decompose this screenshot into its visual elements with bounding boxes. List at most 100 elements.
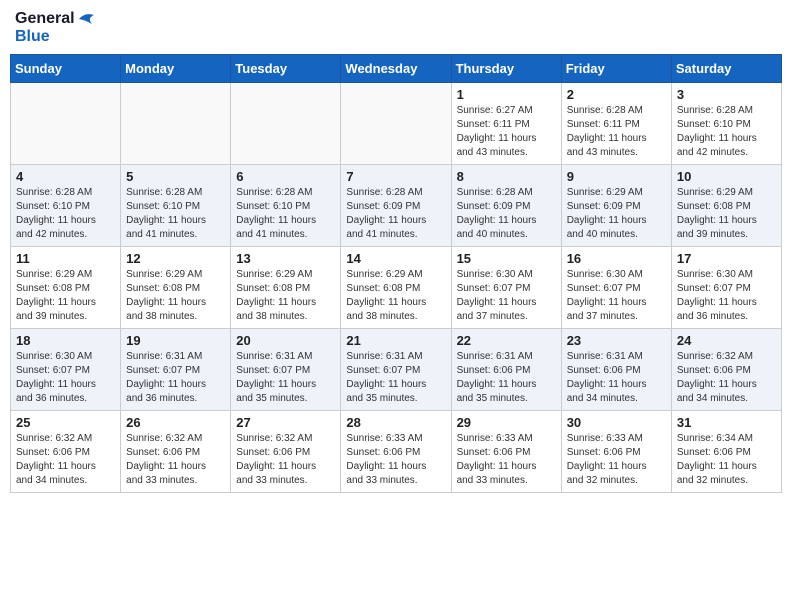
calendar-cell: 5 Sunrise: 6:28 AM Sunset: 6:10 PM Daylig… (121, 165, 231, 247)
header-sunday: Sunday (11, 55, 121, 83)
day-info: Sunrise: 6:28 AM Sunset: 6:10 PM Dayligh… (677, 104, 776, 160)
day-info: Sunrise: 6:27 AM Sunset: 6:11 PM Dayligh… (457, 104, 556, 160)
day-info: Sunrise: 6:28 AM Sunset: 6:09 PM Dayligh… (346, 186, 445, 242)
calendar-week-row: 1 Sunrise: 6:27 AM Sunset: 6:11 PM Daylig… (11, 83, 782, 165)
calendar-cell: 31Sunrise: 6:34 AM Sunset: 6:06 PM Dayli… (671, 411, 781, 493)
header-tuesday: Tuesday (231, 55, 341, 83)
calendar-cell: 10 Sunrise: 6:29 AM Sunset: 6:08 PM Dayli… (671, 165, 781, 247)
day-number: 1 (457, 87, 556, 102)
day-number: 17 (677, 251, 776, 266)
day-info: Sunrise: 6:33 AM Sunset: 6:06 PM Dayligh… (567, 432, 666, 488)
calendar-cell: 12 Sunrise: 6:29 AM Sunset: 6:08 PM Dayli… (121, 247, 231, 329)
day-number: 11 (16, 251, 115, 266)
calendar-cell: 13 Sunrise: 6:29 AM Sunset: 6:08 PM Dayli… (231, 247, 341, 329)
calendar-cell: 4 Sunrise: 6:28 AM Sunset: 6:10 PM Daylig… (11, 165, 121, 247)
calendar-cell: 26 Sunrise: 6:32 AM Sunset: 6:06 PM Dayli… (121, 411, 231, 493)
day-info: Sunrise: 6:33 AM Sunset: 6:06 PM Dayligh… (457, 432, 556, 488)
day-number: 18 (16, 333, 115, 348)
calendar-header-row: SundayMondayTuesdayWednesdayThursdayFrid… (11, 55, 782, 83)
day-info: Sunrise: 6:31 AM Sunset: 6:06 PM Dayligh… (567, 350, 666, 406)
calendar-cell (341, 83, 451, 165)
day-number: 23 (567, 333, 666, 348)
day-info: Sunrise: 6:29 AM Sunset: 6:09 PM Dayligh… (567, 186, 666, 242)
calendar-cell: 28 Sunrise: 6:33 AM Sunset: 6:06 PM Dayli… (341, 411, 451, 493)
day-info: Sunrise: 6:30 AM Sunset: 6:07 PM Dayligh… (457, 268, 556, 324)
day-info: Sunrise: 6:29 AM Sunset: 6:08 PM Dayligh… (677, 186, 776, 242)
day-number: 16 (567, 251, 666, 266)
day-info: Sunrise: 6:31 AM Sunset: 6:07 PM Dayligh… (346, 350, 445, 406)
header-friday: Friday (561, 55, 671, 83)
calendar-week-row: 18 Sunrise: 6:30 AM Sunset: 6:07 PM Dayli… (11, 329, 782, 411)
day-number: 29 (457, 415, 556, 430)
header-wednesday: Wednesday (341, 55, 451, 83)
calendar-cell (121, 83, 231, 165)
day-info: Sunrise: 6:31 AM Sunset: 6:07 PM Dayligh… (236, 350, 335, 406)
day-info: Sunrise: 6:28 AM Sunset: 6:11 PM Dayligh… (567, 104, 666, 160)
logo-bird-svg (77, 11, 97, 27)
calendar-cell: 2Sunrise: 6:28 AM Sunset: 6:11 PM Daylig… (561, 83, 671, 165)
day-number: 25 (16, 415, 115, 430)
day-info: Sunrise: 6:30 AM Sunset: 6:07 PM Dayligh… (16, 350, 115, 406)
day-info: Sunrise: 6:29 AM Sunset: 6:08 PM Dayligh… (126, 268, 225, 324)
day-info: Sunrise: 6:30 AM Sunset: 6:07 PM Dayligh… (567, 268, 666, 324)
calendar-cell (231, 83, 341, 165)
calendar-cell (11, 83, 121, 165)
header-saturday: Saturday (671, 55, 781, 83)
day-info: Sunrise: 6:29 AM Sunset: 6:08 PM Dayligh… (236, 268, 335, 324)
calendar-cell: 21 Sunrise: 6:31 AM Sunset: 6:07 PM Dayli… (341, 329, 451, 411)
day-number: 14 (346, 251, 445, 266)
calendar-cell: 17 Sunrise: 6:30 AM Sunset: 6:07 PM Dayli… (671, 247, 781, 329)
calendar-cell: 7Sunrise: 6:28 AM Sunset: 6:09 PM Daylig… (341, 165, 451, 247)
day-number: 6 (236, 169, 335, 184)
day-number: 20 (236, 333, 335, 348)
day-number: 12 (126, 251, 225, 266)
day-number: 3 (677, 87, 776, 102)
logo-blue-label: Blue (15, 28, 50, 45)
calendar-cell: 19 Sunrise: 6:31 AM Sunset: 6:07 PM Dayli… (121, 329, 231, 411)
day-info: Sunrise: 6:31 AM Sunset: 6:06 PM Dayligh… (457, 350, 556, 406)
day-info: Sunrise: 6:29 AM Sunset: 6:08 PM Dayligh… (346, 268, 445, 324)
day-number: 28 (346, 415, 445, 430)
day-info: Sunrise: 6:30 AM Sunset: 6:07 PM Dayligh… (677, 268, 776, 324)
logo: General Blue (15, 10, 97, 46)
calendar-cell: 8 Sunrise: 6:28 AM Sunset: 6:09 PM Daylig… (451, 165, 561, 247)
calendar-cell: 6Sunrise: 6:28 AM Sunset: 6:10 PM Daylig… (231, 165, 341, 247)
day-info: Sunrise: 6:28 AM Sunset: 6:09 PM Dayligh… (457, 186, 556, 242)
header-monday: Monday (121, 55, 231, 83)
calendar-week-row: 25 Sunrise: 6:32 AM Sunset: 6:06 PM Dayli… (11, 411, 782, 493)
logo-general-label: General (15, 10, 75, 28)
calendar-cell: 24Sunrise: 6:32 AM Sunset: 6:06 PM Dayli… (671, 329, 781, 411)
day-info: Sunrise: 6:29 AM Sunset: 6:08 PM Dayligh… (16, 268, 115, 324)
page-header: General Blue (10, 10, 782, 46)
day-number: 21 (346, 333, 445, 348)
calendar-week-row: 4 Sunrise: 6:28 AM Sunset: 6:10 PM Daylig… (11, 165, 782, 247)
day-number: 26 (126, 415, 225, 430)
day-info: Sunrise: 6:28 AM Sunset: 6:10 PM Dayligh… (126, 186, 225, 242)
calendar-cell: 3 Sunrise: 6:28 AM Sunset: 6:10 PM Daylig… (671, 83, 781, 165)
day-number: 19 (126, 333, 225, 348)
calendar-cell: 22Sunrise: 6:31 AM Sunset: 6:06 PM Dayli… (451, 329, 561, 411)
calendar-cell: 1 Sunrise: 6:27 AM Sunset: 6:11 PM Daylig… (451, 83, 561, 165)
calendar-cell: 27Sunrise: 6:32 AM Sunset: 6:06 PM Dayli… (231, 411, 341, 493)
calendar-cell: 25Sunrise: 6:32 AM Sunset: 6:06 PM Dayli… (11, 411, 121, 493)
calendar-table: SundayMondayTuesdayWednesdayThursdayFrid… (10, 54, 782, 493)
calendar-cell: 20 Sunrise: 6:31 AM Sunset: 6:07 PM Dayli… (231, 329, 341, 411)
day-number: 10 (677, 169, 776, 184)
day-number: 4 (16, 169, 115, 184)
day-info: Sunrise: 6:32 AM Sunset: 6:06 PM Dayligh… (236, 432, 335, 488)
day-info: Sunrise: 6:31 AM Sunset: 6:07 PM Dayligh… (126, 350, 225, 406)
day-info: Sunrise: 6:32 AM Sunset: 6:06 PM Dayligh… (126, 432, 225, 488)
header-thursday: Thursday (451, 55, 561, 83)
calendar-cell: 30Sunrise: 6:33 AM Sunset: 6:06 PM Dayli… (561, 411, 671, 493)
day-number: 5 (126, 169, 225, 184)
calendar-cell: 29 Sunrise: 6:33 AM Sunset: 6:06 PM Dayli… (451, 411, 561, 493)
calendar-cell: 14 Sunrise: 6:29 AM Sunset: 6:08 PM Dayli… (341, 247, 451, 329)
day-number: 9 (567, 169, 666, 184)
day-info: Sunrise: 6:28 AM Sunset: 6:10 PM Dayligh… (16, 186, 115, 242)
day-number: 13 (236, 251, 335, 266)
calendar-cell: 23 Sunrise: 6:31 AM Sunset: 6:06 PM Dayli… (561, 329, 671, 411)
day-info: Sunrise: 6:32 AM Sunset: 6:06 PM Dayligh… (677, 350, 776, 406)
day-number: 8 (457, 169, 556, 184)
day-info: Sunrise: 6:33 AM Sunset: 6:06 PM Dayligh… (346, 432, 445, 488)
calendar-cell: 9 Sunrise: 6:29 AM Sunset: 6:09 PM Daylig… (561, 165, 671, 247)
